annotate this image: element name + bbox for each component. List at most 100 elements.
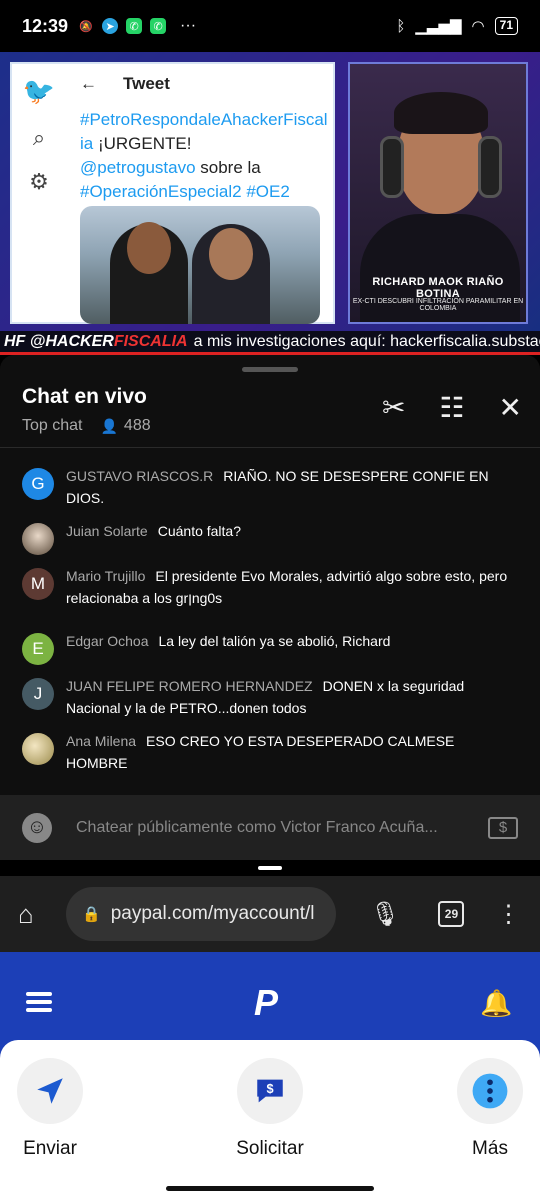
tweet-card: 🐦 ⌕ ⚙ ← Tweet #PetroRespondaleAhackerFis… bbox=[10, 62, 335, 324]
mute-icon: 🔕 bbox=[79, 20, 93, 33]
more-action[interactable]: Más bbox=[440, 1058, 540, 1160]
more-label: Más bbox=[472, 1138, 508, 1159]
drag-handle[interactable] bbox=[242, 367, 298, 372]
chat-input[interactable]: Chatear públicamente como Victor Franco … bbox=[76, 819, 452, 837]
tweet-photo bbox=[80, 206, 320, 324]
chat-input-bar: ☺ Chatear públicamente como Victor Franc… bbox=[0, 795, 540, 860]
status-bar: 12:39 🔕 ➤ ✆ ✆ ··· ᛒ ▁▃▅▇ ◠ 71 bbox=[0, 0, 540, 52]
whatsapp-icon: ✆ bbox=[126, 18, 143, 34]
chat-message: Ana Milena ESO CREO YO ESTA DESEPERADO CA… bbox=[0, 730, 540, 775]
avatar[interactable]: E bbox=[22, 633, 54, 665]
chat-message: E Edgar Ochoa La ley del talión ya se abo… bbox=[0, 630, 540, 675]
person-icon: 👤 bbox=[100, 417, 118, 434]
gesture-nav-bar[interactable] bbox=[166, 1186, 374, 1191]
avatar[interactable]: G bbox=[22, 468, 54, 500]
webcam-feed: RICHARD MAOK RIAÑO BOTINA EX-CTI DESCUBR… bbox=[348, 62, 528, 324]
chat-mode-selector[interactable]: Top chat bbox=[22, 417, 82, 435]
twitter-bird-icon: 🐦 bbox=[22, 76, 56, 106]
chat-text: Cuánto falta? bbox=[157, 523, 242, 539]
avatar[interactable] bbox=[22, 523, 54, 555]
ticker-brand-part: HF @HACKER bbox=[4, 332, 114, 350]
search-icon: ⌕ bbox=[32, 125, 46, 150]
address-bar[interactable]: 🔒 paypal.com/myaccount/l bbox=[66, 887, 336, 941]
url-text: paypal.com/myaccount/l bbox=[110, 903, 315, 924]
tweet-text: #PetroRespondaleAhackerFiscalia ¡URGENTE… bbox=[80, 108, 330, 204]
chat-message: M Mario Trujillo El presidente Evo Morale… bbox=[0, 565, 540, 630]
tweet-sidebar: 🐦 ⌕ ⚙ bbox=[12, 64, 66, 322]
lock-icon: 🔒 bbox=[82, 906, 101, 923]
back-arrow-icon: ← bbox=[80, 74, 97, 93]
microphone-icon[interactable]: 🎙 bbox=[370, 900, 400, 929]
chat-text: La ley del talión ya se abolió, Richard bbox=[158, 633, 391, 649]
chat-message-list: G GUSTAVO RIASCOS.R RIAÑO. NO SE DESESPER… bbox=[0, 465, 540, 775]
clip-scissors-icon[interactable]: ✂ bbox=[382, 391, 405, 424]
chat-author[interactable]: Ana Milena bbox=[66, 733, 136, 749]
svg-text:$: $ bbox=[266, 1081, 273, 1096]
home-icon[interactable]: ⌂ bbox=[18, 899, 48, 930]
request-action[interactable]: $ Solicitar bbox=[220, 1058, 320, 1160]
chat-author[interactable]: Mario Trujillo bbox=[66, 568, 145, 584]
chat-subtitle: Top chat 👤 488 bbox=[22, 417, 151, 435]
tweet-hashtag: #OE2 bbox=[246, 182, 290, 201]
chat-author[interactable]: JUAN FELIPE ROMERO HERNANDEZ bbox=[66, 678, 313, 694]
more-icon[interactable] bbox=[457, 1058, 523, 1124]
chat-message: G GUSTAVO RIASCOS.R RIAÑO. NO SE DESESPER… bbox=[0, 465, 540, 520]
request-label: Solicitar bbox=[236, 1138, 304, 1159]
presenter-name: RICHARD MAOK RIAÑO BOTINA bbox=[372, 276, 504, 300]
news-ticker: HF @HACKERFISCALIA a mis investigaciones… bbox=[0, 331, 540, 355]
browser-toolbar: ⌂ 🔒 paypal.com/myaccount/l 🎙 29 ⋮ bbox=[0, 876, 540, 952]
emoji-icon[interactable]: ☺ bbox=[22, 812, 52, 843]
signal-icon: ▁▃▅▇ bbox=[415, 18, 462, 35]
tweet-hashtag: #OperaciónEspecial2 bbox=[80, 182, 242, 201]
viewer-count-value: 488 bbox=[123, 417, 151, 434]
filter-settings-icon[interactable]: ☷ bbox=[439, 391, 464, 424]
clock: 12:39 bbox=[22, 15, 69, 36]
wifi-icon: ◠ bbox=[471, 18, 485, 35]
menu-icon[interactable] bbox=[26, 992, 52, 1012]
photo-face-right bbox=[209, 228, 253, 280]
ticker-text: a mis investigaciones aquí: hackerfiscal… bbox=[193, 332, 540, 350]
avatar[interactable]: J bbox=[22, 678, 54, 710]
bell-icon[interactable]: 🔔 bbox=[480, 988, 512, 1019]
chat-message: Juian Solarte Cuánto falta? bbox=[0, 520, 540, 565]
super-chat-icon[interactable]: $ bbox=[488, 816, 518, 839]
ticker-brand: HF @HACKERFISCALIA bbox=[0, 333, 194, 351]
request-icon[interactable]: $ bbox=[237, 1058, 303, 1124]
chat-message: J JUAN FELIPE ROMERO HERNANDEZ DONEN x la… bbox=[0, 675, 540, 730]
more-options-icon[interactable]: ⋮ bbox=[496, 900, 520, 929]
tweet-mention: @petrogustavo bbox=[80, 158, 196, 177]
chat-author[interactable]: Edgar Ochoa bbox=[66, 633, 149, 649]
chat-author[interactable]: GUSTAVO RIASCOS.R bbox=[66, 468, 213, 484]
tweet-text-part: sobre la bbox=[195, 158, 261, 177]
tweet-header: ← Tweet bbox=[80, 74, 170, 94]
send-action[interactable]: Enviar bbox=[0, 1058, 100, 1160]
close-icon[interactable]: ✕ bbox=[499, 391, 522, 424]
battery-indicator: 71 bbox=[494, 17, 518, 35]
chat-title: Chat en vivo bbox=[22, 385, 147, 408]
send-icon[interactable] bbox=[17, 1058, 83, 1124]
photo-face-left bbox=[127, 222, 171, 274]
tweet-text-part: ¡URGENTE! bbox=[93, 134, 192, 153]
video-player[interactable]: 🐦 ⌕ ⚙ ← Tweet #PetroRespondaleAhackerFis… bbox=[0, 52, 540, 355]
headphone-left bbox=[380, 136, 404, 198]
gear-icon: ⚙ bbox=[29, 169, 49, 194]
presenter-subtitle: EX-CTI DESCUBRI INFILTRACIÓN PARAMILITAR… bbox=[352, 298, 524, 312]
chat-toolbar: ✂ ☷ ✕ bbox=[382, 391, 522, 424]
chat-author[interactable]: Juian Solarte bbox=[66, 523, 148, 539]
ticker-brand-part: FISCALIA bbox=[113, 332, 188, 350]
more-notifications-icon: ··· bbox=[180, 17, 197, 34]
avatar[interactable] bbox=[22, 733, 54, 765]
split-screen-divider[interactable] bbox=[0, 860, 540, 876]
send-label: Enviar bbox=[23, 1138, 77, 1159]
live-chat-panel: Chat en vivo Top chat 👤 488 ✂ ☷ ✕ G GUST… bbox=[0, 355, 540, 860]
telegram-icon: ➤ bbox=[102, 18, 119, 34]
viewer-count: 👤 488 bbox=[100, 417, 150, 435]
split-handle[interactable] bbox=[258, 866, 282, 870]
avatar[interactable]: M bbox=[22, 568, 54, 600]
paypal-logo: P bbox=[254, 982, 279, 1023]
tab-switcher-button[interactable]: 29 bbox=[438, 901, 465, 927]
whatsapp-icon: ✆ bbox=[150, 18, 167, 34]
bluetooth-icon: ᛒ bbox=[396, 17, 406, 35]
paypal-action-sheet: Enviar $ Solicitar Más bbox=[0, 1040, 540, 1200]
divider bbox=[0, 447, 540, 448]
